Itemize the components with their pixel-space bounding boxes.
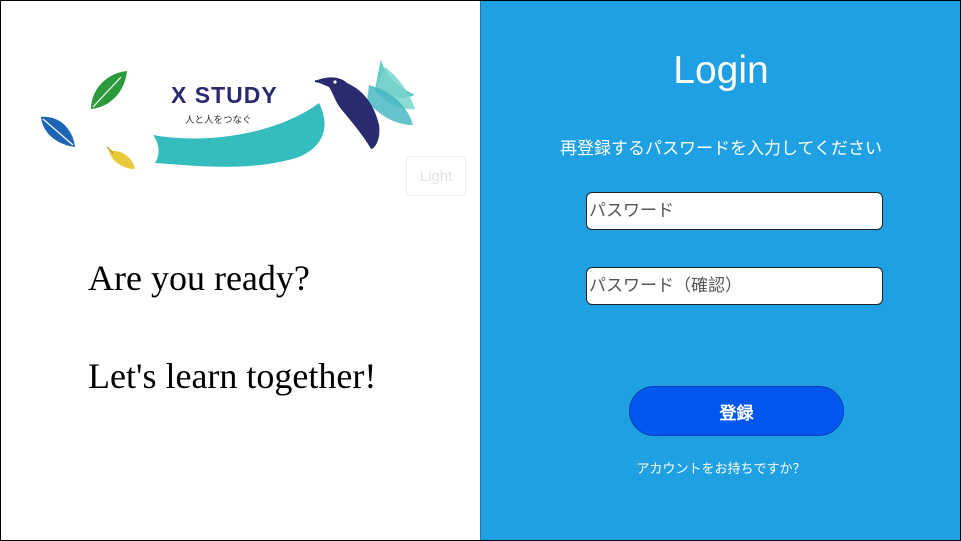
- x-study-logo: X STUDY 人と人をつなぐ: [29, 49, 467, 177]
- page-frame: X STUDY 人と人をつなぐ Light Are you ready? Let…: [0, 0, 961, 541]
- register-button[interactable]: 登録: [629, 386, 844, 436]
- light-theme-button[interactable]: Light: [406, 156, 466, 196]
- reset-instruction: 再登録するパスワードを入力してください: [560, 139, 882, 159]
- logo-slogan-text: 人と人をつなぐ: [185, 115, 252, 126]
- password-confirm-input[interactable]: [586, 267, 883, 305]
- have-account-link[interactable]: アカウントをお持ちですか？: [481, 458, 960, 477]
- login-title: Login: [673, 49, 769, 92]
- left-panel: X STUDY 人と人をつなぐ Light Are you ready? Let…: [1, 1, 480, 540]
- tagline-ready: Are you ready?: [88, 258, 310, 298]
- password-input[interactable]: [586, 192, 883, 230]
- login-panel: Login 再登録するパスワードを入力してください 登録 アカウントをお持ちです…: [480, 1, 960, 540]
- logo-brand-text: X STUDY: [171, 82, 278, 108]
- tagline-learn: Let's learn together!: [88, 356, 377, 396]
